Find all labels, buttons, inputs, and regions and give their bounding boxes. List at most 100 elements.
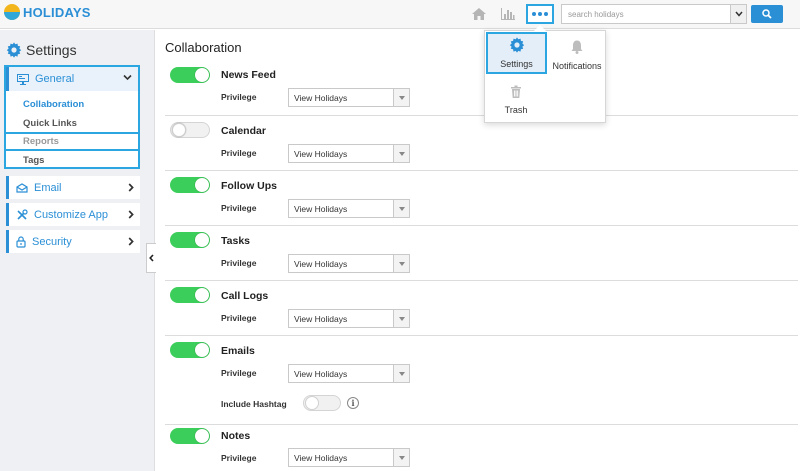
menu-item-settings[interactable]: Settings — [486, 32, 547, 74]
sidebar-item-label: Security — [32, 235, 72, 248]
setting-title: Call Logs — [221, 290, 269, 302]
follow-ups-privilege-select[interactable]: View Holidays — [288, 199, 410, 218]
privilege-label: Privilege — [221, 368, 257, 378]
emails-privilege-select[interactable]: View Holidays — [288, 364, 410, 383]
search-scope-dropdown[interactable] — [730, 5, 746, 23]
sidebar-subitem-reports[interactable]: Reports — [4, 132, 140, 151]
notes-toggle[interactable] — [170, 428, 210, 444]
call-logs-privilege-select[interactable]: View Holidays — [288, 309, 410, 328]
sidebar-item-label: Email — [34, 181, 62, 194]
select-value: View Holidays — [294, 368, 348, 379]
tasks-privilege-select[interactable]: View Holidays — [288, 254, 410, 273]
bell-icon — [571, 40, 583, 54]
chevron-down-icon — [123, 74, 132, 81]
caret-down-icon — [393, 200, 409, 217]
monitor-icon — [17, 73, 29, 85]
sidebar-item-label: General — [35, 73, 75, 85]
chevron-down-icon — [734, 11, 743, 17]
chevron-right-icon — [128, 210, 134, 219]
setting-title: News Feed — [221, 69, 276, 81]
envelope-icon — [16, 182, 28, 193]
tasks-toggle[interactable] — [170, 232, 210, 248]
setting-title: Follow Ups — [221, 180, 277, 192]
select-value: View Holidays — [294, 203, 348, 214]
gear-icon — [509, 37, 524, 53]
sidebar-subitem-tags[interactable]: Tags — [6, 151, 138, 170]
notes-privilege-select[interactable]: View Holidays — [288, 448, 410, 467]
sidebar-subitem-collaboration[interactable]: Collaboration — [6, 95, 138, 114]
more-options-menu: Settings Notifications Trash — [484, 30, 606, 123]
privilege-label: Privilege — [221, 148, 257, 158]
setting-title: Tasks — [221, 235, 250, 247]
chevron-right-icon — [128, 183, 134, 192]
caret-down-icon — [393, 365, 409, 382]
caret-down-icon — [393, 449, 409, 466]
calendar-privilege-select[interactable]: View Holidays — [288, 144, 410, 163]
privilege-label: Privilege — [221, 453, 257, 463]
dot-icon — [544, 12, 548, 16]
lock-icon — [16, 235, 26, 248]
dot-icon — [532, 12, 536, 16]
sidebar-collapse-button[interactable] — [146, 243, 156, 273]
include-hashtag-label: Include Hashtag — [221, 399, 287, 409]
privilege-label: Privilege — [221, 313, 257, 323]
select-value: View Holidays — [294, 452, 348, 463]
sidebar-title-text: Settings — [26, 42, 77, 58]
menu-item-label: Trash — [504, 105, 528, 115]
setting-row-tasks: Tasks Privilege View Holidays — [165, 225, 798, 280]
setting-title: Notes — [221, 430, 251, 442]
menu-pointer — [534, 25, 546, 31]
setting-row-notes: Notes Privilege View Holidays — [165, 424, 798, 471]
sidebar-item-security[interactable]: Security — [6, 230, 140, 253]
sidebar-item-customize-app[interactable]: Customize App — [6, 203, 140, 226]
logo-icon — [4, 4, 20, 20]
sidebar-subitem-quick-links[interactable]: Quick Links — [6, 114, 138, 133]
menu-item-trash[interactable]: Trash — [486, 76, 546, 118]
privilege-label: Privilege — [221, 92, 257, 102]
setting-title: Calendar — [221, 125, 266, 137]
info-icon[interactable]: i — [347, 397, 359, 409]
chevron-left-icon — [149, 254, 154, 262]
dot-icon — [538, 12, 542, 16]
sidebar-item-general[interactable]: General — [6, 67, 138, 91]
setting-row-follow-ups: Follow Ups Privilege View Holidays — [165, 170, 798, 225]
sidebar-title: Settings — [6, 42, 77, 58]
top-bar: HOLIDAYS — [0, 0, 800, 29]
select-value: View Holidays — [294, 313, 348, 324]
main-content: Collaboration News Feed Privilege View H… — [156, 30, 800, 471]
caret-down-icon — [393, 89, 409, 106]
gear-icon — [6, 42, 22, 58]
menu-item-label: Settings — [500, 59, 533, 69]
sidebar-item-email[interactable]: Email — [6, 176, 140, 199]
setting-row-call-logs: Call Logs Privilege View Holidays — [165, 280, 798, 335]
news-feed-toggle[interactable] — [170, 67, 210, 83]
trash-icon — [511, 85, 521, 98]
app-brand: HOLIDAYS — [23, 4, 91, 20]
privilege-label: Privilege — [221, 203, 257, 213]
sidebar-item-label: Customize App — [34, 208, 108, 221]
chevron-right-icon — [128, 237, 134, 246]
general-section: General Collaboration Quick Links Report… — [4, 65, 140, 169]
news-feed-privilege-select[interactable]: View Holidays — [288, 88, 410, 107]
caret-down-icon — [393, 310, 409, 327]
chart-icon[interactable] — [496, 4, 520, 24]
select-value: View Holidays — [294, 92, 348, 103]
caret-down-icon — [393, 145, 409, 162]
search-icon — [762, 9, 772, 19]
menu-item-notifications[interactable]: Notifications — [547, 32, 607, 74]
include-hashtag-toggle[interactable] — [303, 395, 341, 411]
more-options-button[interactable] — [526, 4, 554, 24]
search-box — [561, 4, 747, 24]
search-input[interactable] — [562, 5, 730, 23]
calendar-toggle[interactable] — [170, 122, 210, 138]
home-icon[interactable] — [467, 4, 491, 24]
page-title: Collaboration — [165, 40, 242, 55]
emails-toggle[interactable] — [170, 342, 210, 358]
search-button[interactable] — [751, 5, 783, 23]
setting-row-news-feed: News Feed Privilege View Holidays — [165, 60, 798, 115]
app-logo[interactable]: HOLIDAYS — [4, 4, 91, 20]
call-logs-toggle[interactable] — [170, 287, 210, 303]
privilege-label: Privilege — [221, 258, 257, 268]
follow-ups-toggle[interactable] — [170, 177, 210, 193]
menu-item-label: Notifications — [552, 61, 602, 71]
